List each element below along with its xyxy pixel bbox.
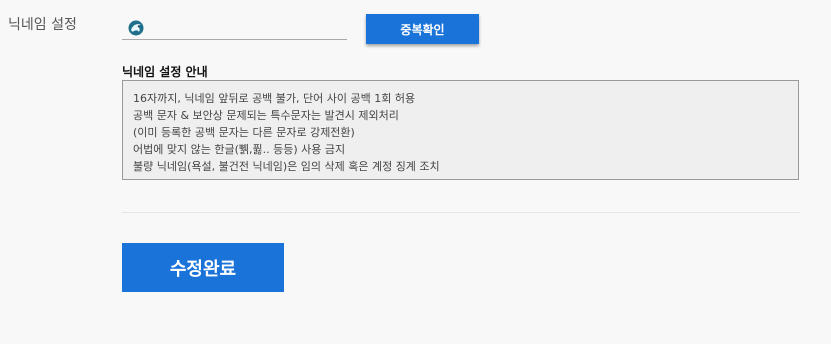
nickname-field[interactable] [122,14,347,40]
guide-line: (이미 등록한 공백 문자는 다른 문자로 강제전환) [133,126,355,139]
guide-line: 16자까지, 닉네임 앞뒤로 공백 불가, 단어 사이 공백 1회 허용 [133,92,416,105]
guide-line: 불량 닉네임(욕설, 불건전 닉네임)은 임의 삭제 혹은 계정 징계 조치 [133,160,440,173]
nickname-label: 닉네임 설정 [8,17,77,33]
nickname-settings-page: 닉네임 설정 중복확인 닉네임 설정 안내 16자까지, 닉네임 앞뒤로 공백 … [0,0,831,344]
dolphin-icon [128,20,144,36]
guide-line: 어법에 맞지 않는 한글(쀍,퓛.. 등등) 사용 금지 [133,143,346,156]
duplicate-check-button[interactable]: 중복확인 [366,14,479,44]
guide-title: 닉네임 설정 안내 [122,65,208,79]
submit-button[interactable]: 수정완료 [122,243,284,292]
guide-box: 16자까지, 닉네임 앞뒤로 공백 불가, 단어 사이 공백 1회 허용 공백 … [122,80,799,180]
nickname-input[interactable] [150,16,344,38]
guide-line: 공백 문자 & 보안상 문제되는 특수문자는 발견시 제외처리 [133,109,399,122]
divider [122,212,800,213]
